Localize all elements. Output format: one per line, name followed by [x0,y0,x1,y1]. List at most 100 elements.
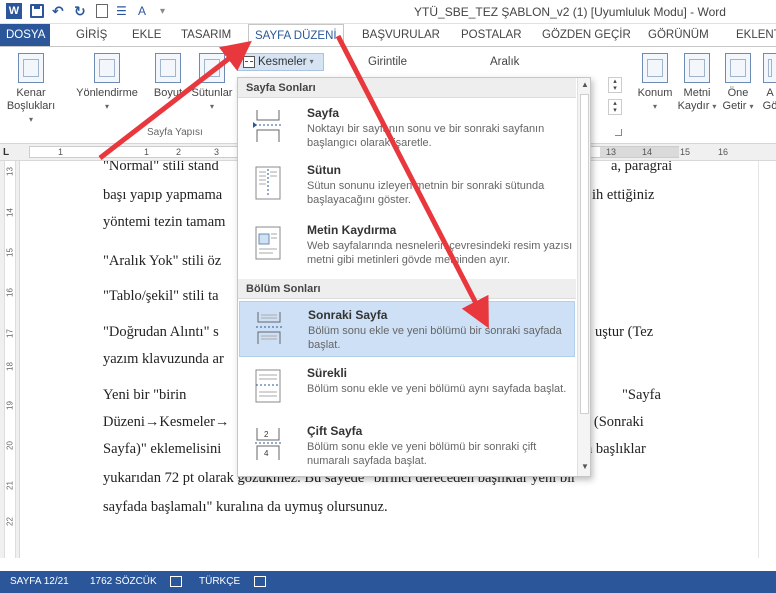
ruler-number: 13 [606,147,617,157]
tab-selector[interactable]: L [3,147,9,158]
tab-dosya[interactable]: DOSYA [0,24,50,46]
ruler-number: 14 [642,147,653,157]
paragraph-launcher-icon[interactable] [615,129,622,136]
ruler-number: 2 [176,147,182,157]
menu-item-next-page[interactable]: Sonraki Sayfa Bölüm sonu ekle ve yeni bö… [239,301,575,357]
menu-item-desc: Bölüm sonu ekle ve yeni bölümü aynı sayf… [307,383,567,395]
menu-item-continuous[interactable]: Sürekli Bölüm sonu ekle ve yeni bölümü a… [239,360,575,412]
menu-item-column-break[interactable]: Sütun Sütun sonunu izleyen metnin bir so… [239,157,575,209]
doc-line: başı yapıp yapmama [103,187,223,203]
tab-basvurular[interactable]: BAŞVURULAR [356,24,446,46]
send-backward-button[interactable]: A Gö [760,53,776,113]
columns-icon [199,53,225,83]
title-bar: W ↶ ↻ ☰ A ▾ YTÜ_SBE_TEZ ŞABLON_v2 (1) [U… [0,0,776,24]
doc-line: Sayfa)" eklemelisini [103,441,222,457]
doc-line-fragment: "Sayfa [622,387,661,403]
menu-item-page-break[interactable]: Sayfa Noktayı bir sayfanın sonu ve bir s… [239,100,575,152]
doc-line: "Doğrudan Alıntı" s [103,324,219,340]
tab-sayfa-duzeni[interactable]: SAYFA DÜZENİ [248,24,344,47]
proofing-icon[interactable] [170,576,182,587]
bring-forward-button[interactable]: Öne Getir ▾ [722,53,754,113]
ruler-number: 1 [58,147,64,157]
scroll-up-icon[interactable]: ▲ [578,78,590,92]
menu-item-text-wrapping-break[interactable]: Metin Kaydırma Web sayfalarında nesneler… [239,217,575,269]
even-page-icon-number: 4 [264,449,269,458]
orientation-icon [94,53,120,83]
wrap-text-button[interactable]: Metni Kaydır ▾ [677,53,717,113]
scroll-down-icon[interactable]: ▼ [578,460,590,474]
spacing-label: Aralık [490,56,520,68]
chevron-down-icon: ▾ [209,102,214,111]
breaks-icon [243,56,255,68]
ruler-number: 16 [718,147,729,157]
menu-scrollbar[interactable]: ▲ ▼ [577,78,590,476]
chevron-down-icon: ▾ [712,102,717,111]
vertical-ruler[interactable]: 13 14 15 16 17 18 19 20 21 22 [0,161,20,558]
indent-label: Girintile [368,56,407,68]
tab-giris[interactable]: GİRİŞ [70,24,113,46]
ruler-number: 1 [144,147,150,157]
menu-item-title: Sonraki Sayfa [308,308,388,322]
spacing-after-stepper[interactable]: ▴ ▾ [608,99,622,115]
chevron-down-icon: ▾ [104,102,109,111]
vruler-number: 17 [5,329,15,338]
columns-button[interactable]: Sütunlar ▾ [188,53,236,113]
orientation-button[interactable]: Yönlendirme ▾ [74,53,140,113]
menu-section-section-breaks: Bölüm Sonları [238,279,576,299]
vruler-number: 16 [5,288,15,297]
size-label: Boyut [153,87,183,99]
vruler-number: 21 [5,481,15,490]
vruler-number: 14 [5,208,15,217]
margins-button[interactable]: Kenar Boşlukları ▾ [6,53,56,126]
wrap-text-icon [684,53,710,83]
orientation-label: Yönlendirme [76,87,138,99]
position-button[interactable]: Konum ▾ [635,53,675,113]
page-break-icon [253,110,281,142]
doc-line-fragment: u (Sonraki [583,414,644,430]
size-button[interactable]: Boyut ▾ [150,53,186,113]
tab-eklentiler[interactable]: EKLENTİL [730,24,776,46]
doc-line: Düzeni→Kesmeler→ [103,414,230,430]
menu-item-desc: Noktayı bir sayfanın sonu ve bir sonraki… [307,123,545,149]
doc-line: "Normal" stili stand [103,161,219,174]
spacing-before-stepper[interactable]: ▴ ▾ [608,77,622,93]
chevron-down-icon: ▾ [309,57,314,66]
ruler-number: 15 [680,147,691,157]
even-page-break-icon: 2 4 [255,428,281,460]
vruler-number: 19 [5,401,15,410]
language[interactable]: TÜRKÇE [199,571,240,593]
menu-section-page-breaks: Sayfa Sonları [238,78,576,98]
menu-item-title: Çift Sayfa [307,424,363,438]
doc-line-fragment: ih ettiğiniz [592,187,655,203]
doc-line-fragment: uştur (Tez [595,324,654,340]
doc-line: yöntemi tezin tamam [103,214,226,230]
doc-line: "Tablo/şekil" stili ta [103,288,219,304]
tab-gozden-gecir[interactable]: GÖZDEN GEÇİR [536,24,637,46]
word-count[interactable]: 1762 SÖZCÜK [90,571,157,593]
send-backward-icon [763,53,776,83]
document-scrollbar[interactable] [758,161,776,558]
margins-icon [18,53,44,83]
menu-item-desc: Web sayfalarında nesnelerin çevresindeki… [307,240,573,266]
page-count[interactable]: SAYFA 12/21 [10,571,69,593]
menu-item-title: Sayfa [307,106,340,120]
breaks-button[interactable]: Kesmeler ▾ [237,53,324,71]
next-page-break-icon [256,312,282,344]
macro-recording-icon[interactable] [254,576,266,587]
vruler-number: 22 [5,517,15,526]
doc-line-fragment: n başlıklar [585,441,646,457]
vruler-number: 15 [5,248,15,257]
menu-item-title: Sürekli [307,366,348,380]
group-label-page-setup: Sayfa Yapısı [147,127,203,138]
menu-item-even-page[interactable]: 2 4 Çift Sayfa Bölüm sonu ekle ve yeni b… [239,418,575,470]
tab-ekle[interactable]: EKLE [126,24,167,46]
margins-label-2: Boşlukları [6,100,56,112]
window-title: YTÜ_SBE_TEZ ŞABLON_v2 (1) [Uyumluluk Mod… [414,5,726,19]
tab-gorunum[interactable]: GÖRÜNÜM [642,24,715,46]
menu-item-title: Sütun [307,163,341,177]
menu-scroll-thumb[interactable] [580,94,589,414]
tab-tasarim[interactable]: TASARIM [175,24,237,46]
tab-postalar[interactable]: POSTALAR [455,24,528,46]
vruler-number: 18 [5,362,15,371]
menu-item-title: Metin Kaydırma [307,223,397,237]
